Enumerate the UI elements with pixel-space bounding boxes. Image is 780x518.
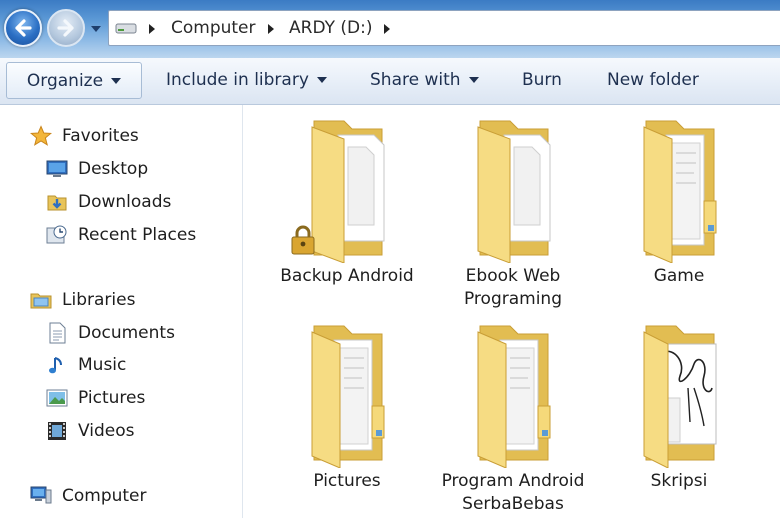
lock-icon	[291, 225, 315, 255]
folder-item-backup-android[interactable]: Backup Android	[262, 113, 432, 288]
folder-item-game[interactable]: Game	[594, 113, 764, 288]
folder-name: Pictures	[313, 471, 381, 491]
chevron-down-icon	[468, 77, 479, 83]
organize-button[interactable]: Organize	[6, 62, 142, 99]
command-toolbar: Organize Include in library Share with B…	[0, 58, 780, 105]
burn-label: Burn	[522, 70, 562, 90]
organize-label: Organize	[26, 71, 104, 91]
folder-icon	[311, 325, 385, 468]
share-with-label: Share with	[370, 70, 461, 90]
nav-favorites-label: Favorites	[62, 126, 139, 146]
back-button[interactable]	[4, 9, 42, 47]
folder-item-skripsi[interactable]: Skripsi	[594, 318, 764, 493]
computer-icon	[30, 486, 52, 504]
include-in-library-label: Include in library	[166, 70, 309, 90]
folder-icon	[643, 325, 717, 468]
nav-item-pictures-label: Pictures	[78, 388, 146, 408]
forward-arrow-icon	[57, 19, 74, 37]
folder-icon	[477, 120, 551, 263]
breadcrumb-separator-icon[interactable]	[384, 24, 390, 34]
folder-name: Backup Android	[280, 266, 414, 286]
drive-icon	[115, 23, 137, 34]
breadcrumb-separator-icon[interactable]	[268, 24, 274, 34]
videos-icon	[48, 422, 66, 440]
back-arrow-icon	[15, 19, 32, 37]
documents-icon	[49, 322, 66, 344]
share-with-button[interactable]: Share with	[370, 62, 479, 99]
new-folder-button[interactable]: New folder	[607, 62, 699, 99]
nav-item-recent-places-label: Recent Places	[78, 225, 197, 245]
file-list: Backup Android Ebook Web Programing Game	[244, 105, 780, 518]
breadcrumb-drive[interactable]: ARDY (D:)	[289, 18, 372, 38]
folder-icon	[643, 120, 717, 263]
music-icon	[49, 357, 62, 374]
folder-name: Game	[653, 266, 705, 286]
folder-icon	[477, 325, 551, 468]
burn-button[interactable]: Burn	[522, 62, 562, 99]
nav-computer-label: Computer	[62, 486, 147, 506]
folder-item-pictures[interactable]: Pictures	[262, 318, 432, 493]
forward-button[interactable]	[47, 9, 85, 47]
desktop-icon	[46, 160, 68, 177]
folder-name: Ebook Web Programing	[463, 266, 562, 309]
folder-name: Skripsi	[650, 471, 708, 491]
nav-item-videos-label: Videos	[78, 421, 135, 441]
recent-places-icon	[46, 225, 67, 244]
recent-pages-dropdown-icon[interactable]	[90, 24, 102, 34]
pictures-icon	[46, 389, 68, 407]
chevron-down-icon	[111, 78, 122, 84]
nav-item-downloads-label: Downloads	[78, 192, 172, 212]
navigation-pane: Favorites Desktop Downloads Recent Place…	[0, 105, 243, 518]
address-bar: Computer ARDY (D:)	[0, 0, 780, 58]
new-folder-label: New folder	[607, 70, 699, 90]
address-box[interactable]: Computer ARDY (D:)	[108, 10, 780, 46]
nav-item-music-label: Music	[78, 355, 127, 375]
nav-libraries-label: Libraries	[62, 290, 136, 310]
folder-item-ebook-web-programing[interactable]: Ebook Web Programing	[428, 113, 598, 311]
chevron-down-icon	[316, 77, 327, 83]
downloads-icon	[47, 195, 67, 211]
nav-item-documents-label: Documents	[78, 323, 175, 343]
breadcrumb-computer[interactable]: Computer	[171, 18, 256, 38]
include-in-library-button[interactable]: Include in library	[166, 62, 327, 99]
folder-name: Program Android SerbaBebas	[441, 471, 585, 514]
nav-item-desktop-label: Desktop	[78, 159, 149, 179]
libraries-icon	[30, 293, 52, 309]
folder-item-program-android-serbabebas[interactable]: Program Android SerbaBebas	[428, 318, 598, 516]
star-icon	[30, 125, 52, 146]
breadcrumb-separator-icon[interactable]	[149, 24, 155, 34]
